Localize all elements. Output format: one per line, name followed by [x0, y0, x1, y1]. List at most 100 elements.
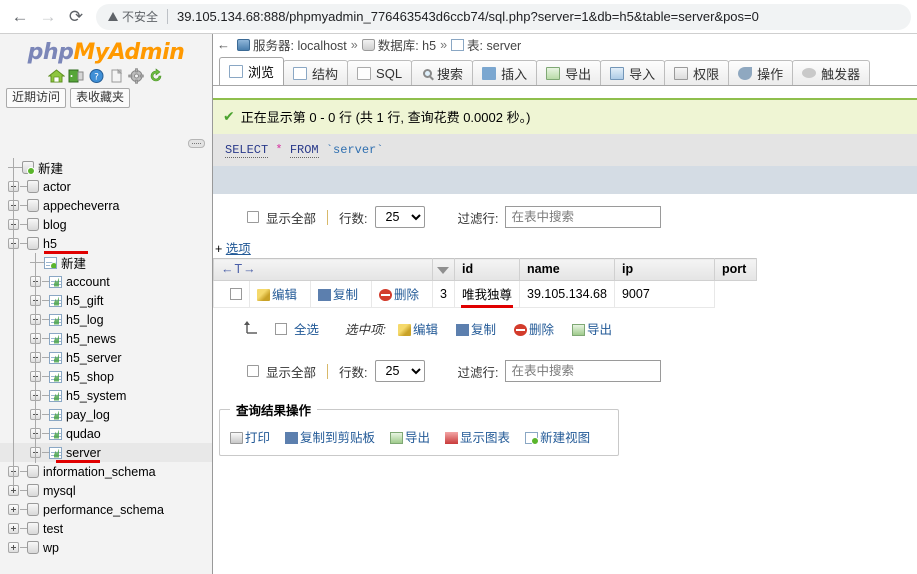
tab-SQL[interactable]: SQL [347, 60, 413, 85]
table-icon [49, 446, 62, 459]
tree-connector [42, 452, 49, 453]
tab-操作[interactable]: 操作 [728, 60, 794, 85]
tree-item-h5_log[interactable]: h5_log [0, 310, 212, 329]
refresh-icon[interactable] [148, 68, 165, 84]
column-header-port[interactable]: port [713, 258, 757, 281]
recent-tab[interactable]: 近期访问 [6, 88, 67, 108]
server-exit-icon[interactable] [68, 68, 85, 84]
row-edit-link[interactable]: 编辑 [257, 288, 297, 302]
tab-插入[interactable]: 插入 [472, 60, 538, 85]
cell-id[interactable]: 3 [432, 280, 455, 308]
column-header-id[interactable]: id [453, 258, 521, 281]
rows-select-top[interactable]: 2550100250500 [374, 206, 425, 228]
select-all-label[interactable]: 全选 [294, 319, 319, 338]
tree-item-blog[interactable]: blog [0, 215, 212, 234]
show-all-label-top: 显示全部 [266, 211, 317, 226]
rows-select-bottom[interactable]: 2550100250500 [374, 360, 425, 382]
favorites-tab[interactable]: 表收藏夹 [70, 88, 131, 108]
settings-gear-icon[interactable] [127, 68, 145, 84]
column-dropdown-header[interactable] [432, 258, 455, 281]
sort-control-header[interactable]: ←T→ [213, 258, 434, 281]
tree-item-label: appecheverra [43, 198, 120, 213]
sql-query-display[interactable]: SELECT * FROM `server` [213, 134, 917, 166]
filter-bar-top: 显示全部 行数: 2550100250500 过滤行: [213, 194, 917, 238]
tree-item-h5_news[interactable]: h5_news [0, 329, 212, 348]
column-header-ip[interactable]: ip [613, 258, 715, 281]
tree-item-performance_schema[interactable]: performance_schema [0, 500, 212, 519]
tree-connector [20, 186, 27, 187]
bulk-edit-link[interactable]: 编辑 [398, 319, 438, 338]
tree-item-h5_shop[interactable]: h5_shop [0, 367, 212, 386]
row-delete-link[interactable]: 删除 [379, 288, 419, 302]
insecure-warning[interactable]: 不安全 [108, 8, 158, 25]
forward-arrow-icon[interactable]: → [34, 3, 62, 31]
phpmyadmin-logo[interactable]: phpMyAdmin [0, 34, 212, 65]
cell-name[interactable]: 唯我独尊 [453, 280, 521, 308]
tree-item-h5_server[interactable]: h5_server [0, 348, 212, 367]
tree-connector [42, 319, 49, 320]
tab-导出[interactable]: 导出 [536, 60, 602, 85]
cell-port[interactable]: 9007 [613, 280, 715, 308]
tree-item-wp[interactable]: wp [0, 538, 212, 557]
address-bar[interactable]: 不安全 39.105.134.68:888/phpmyadmin_7764635… [96, 3, 911, 30]
tree-item-新建[interactable]: 新建 [0, 253, 212, 272]
tree-connector [20, 528, 27, 529]
structure-icon [293, 66, 308, 80]
home-icon[interactable] [47, 68, 65, 84]
copy-clipboard-link[interactable]: 复制到剪贴板 [285, 427, 375, 446]
expand-icon[interactable] [8, 542, 19, 553]
tab-触发器[interactable]: 触发器 [792, 60, 871, 85]
filter-input-bottom[interactable] [505, 360, 662, 382]
new-view-link[interactable]: 新建视图 [525, 427, 590, 446]
omnibox-divider [167, 9, 169, 24]
show-all-checkbox-top[interactable] [247, 211, 259, 223]
show-all-checkbox-bottom[interactable] [247, 365, 259, 377]
tab-搜索[interactable]: 搜索 [411, 60, 474, 85]
tab-结构[interactable]: 结构 [283, 60, 349, 85]
print-link[interactable]: 打印 [230, 427, 270, 446]
documentation-icon[interactable] [108, 68, 125, 84]
tree-item-server[interactable]: server [0, 443, 212, 463]
tree-item-mysql[interactable]: mysql [0, 481, 212, 500]
expand-icon[interactable] [8, 504, 19, 515]
bulk-delete-link[interactable]: 删除 [514, 319, 554, 338]
tab-导入[interactable]: 导入 [600, 60, 666, 85]
tree-item-account[interactable]: account [0, 272, 212, 291]
row-copy-link[interactable]: 复制 [318, 288, 358, 302]
export-link[interactable]: 导出 [390, 427, 430, 446]
filter-input-top[interactable] [505, 206, 662, 228]
tree-item-h5[interactable]: h5 [0, 234, 212, 254]
options-toggle[interactable]: + 选项 [213, 238, 917, 257]
sidebar-collapse-handle[interactable] [188, 139, 205, 148]
tree-connector [42, 376, 49, 377]
bulk-export-link[interactable]: 导出 [572, 319, 612, 338]
breadcrumb-back-arrow[interactable]: ← [217, 37, 230, 52]
show-chart-link[interactable]: 显示图表 [445, 427, 510, 446]
tree-item-h5_system[interactable]: h5_system [0, 386, 212, 405]
column-header-name[interactable]: name [519, 258, 615, 281]
tree-item-actor[interactable]: actor [0, 177, 212, 196]
tab-浏览[interactable]: 浏览 [219, 57, 285, 85]
back-arrow-icon[interactable]: ← [6, 3, 34, 31]
tree-item-h5_gift[interactable]: h5_gift [0, 291, 212, 310]
select-arrow-icon[interactable] [243, 319, 261, 338]
tree-item-qudao[interactable]: qudao [0, 424, 212, 443]
tree-item-新建[interactable]: 新建 [0, 158, 212, 177]
tree-item-pay_log[interactable]: pay_log [0, 405, 212, 424]
cell-ip[interactable]: 39.105.134.68 [519, 280, 615, 308]
tree-item-information_schema[interactable]: information_schema [0, 462, 212, 481]
expand-icon[interactable] [8, 523, 19, 534]
bulk-copy-link[interactable]: 复制 [456, 319, 496, 338]
breadcrumb-database[interactable]: 数据库: h5 [378, 35, 436, 54]
reload-icon[interactable]: ⟳ [62, 3, 90, 31]
tree-item-appecheverra[interactable]: appecheverra [0, 196, 212, 215]
help-icon[interactable]: ? [88, 68, 105, 84]
bulk-delete-label: 删除 [529, 323, 555, 337]
tab-权限[interactable]: 权限 [664, 60, 730, 85]
breadcrumb-table[interactable]: 表: server [467, 35, 521, 54]
database-icon [27, 522, 39, 535]
tree-item-test[interactable]: test [0, 519, 212, 538]
row-checkbox[interactable] [230, 287, 242, 300]
select-all-checkbox[interactable] [275, 322, 287, 335]
breadcrumb-server[interactable]: 服务器: localhost [253, 35, 347, 54]
